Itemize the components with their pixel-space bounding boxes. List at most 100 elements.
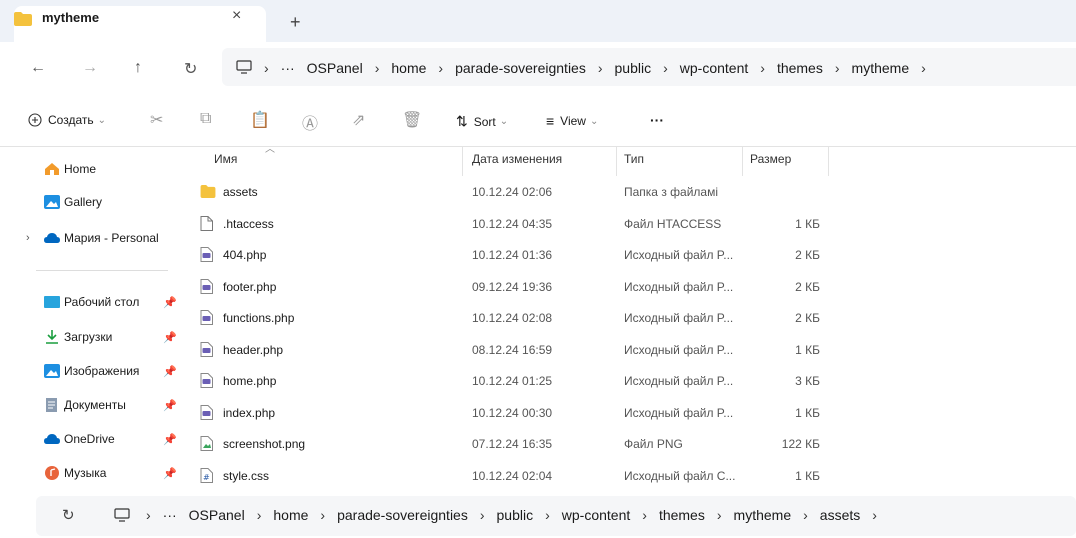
sidebar-item-downloads[interactable]: Загрузки: [44, 330, 112, 344]
breadcrumb-home[interactable]: home: [273, 507, 308, 523]
chevron-right-icon: ›: [642, 507, 647, 523]
file-row[interactable]: 404.php 10.12.24 01:36 Исходный файл P... 2…: [195, 242, 835, 268]
pin-icon[interactable]: 📌: [163, 399, 177, 412]
pin-icon[interactable]: 📌: [163, 296, 177, 309]
chevron-right-icon: ›: [834, 60, 840, 76]
column-separator[interactable]: [616, 146, 617, 176]
up-button[interactable]: ↑: [134, 59, 142, 77]
file-row[interactable]: index.php 10.12.24 00:30 Исходный файл P..…: [195, 400, 835, 426]
sidebar-item-music[interactable]: Музыка: [44, 466, 106, 480]
file-type: Исходный файл P...: [624, 311, 734, 325]
file-size: 2 КБ: [795, 311, 820, 325]
column-header-date[interactable]: Дата изменения: [472, 152, 562, 166]
plus-circle-icon: [28, 113, 42, 127]
file-name: screenshot.png: [223, 437, 306, 451]
pictures-icon: [44, 364, 60, 378]
breadcrumb-ospanel[interactable]: OSPanel: [189, 507, 245, 523]
file-type: Файл HTACCESS: [624, 216, 722, 231]
sidebar-label: Мария - Personal: [64, 231, 159, 245]
sidebar-item-documents[interactable]: Документы: [44, 398, 126, 412]
column-separator[interactable]: [828, 146, 829, 176]
breadcrumb-home[interactable]: home: [391, 60, 426, 76]
file-row[interactable]: home.php 10.12.24 01:25 Исходный файл P...…: [195, 368, 835, 394]
forward-button[interactable]: →: [82, 59, 98, 77]
chevron-right-icon[interactable]: ›: [26, 232, 30, 244]
chevron-right-icon: ›: [320, 507, 326, 523]
refresh-button[interactable]: ↻: [62, 506, 75, 524]
view-button[interactable]: ≡ View ⌄: [546, 113, 598, 129]
chevron-right-icon: ›: [146, 507, 151, 523]
sidebar-divider: [36, 270, 168, 271]
back-button[interactable]: ←: [30, 59, 46, 77]
breadcrumb-wp-content[interactable]: wp-content: [562, 507, 630, 523]
pin-icon[interactable]: 📌: [163, 331, 177, 344]
breadcrumb-themes[interactable]: themes: [659, 507, 705, 523]
file-name: footer.php: [223, 279, 277, 294]
file-row[interactable]: screenshot.png 07.12.24 16:35 Файл PNG 122 …: [195, 431, 835, 457]
breadcrumb-parade-sovereignties[interactable]: parade-sovereignties: [455, 60, 586, 76]
file-size: 1 КБ: [795, 216, 820, 231]
sidebar-item-gallery[interactable]: Gallery: [44, 195, 102, 209]
breadcrumb-ospanel[interactable]: OSPanel: [307, 60, 363, 76]
view-icon: ≡: [546, 113, 555, 129]
file-row[interactable]: assets 10.12.24 02:06 Папка з файламі: [195, 179, 835, 205]
sidebar-item-desktop[interactable]: Рабочий стол: [44, 295, 139, 309]
chevron-right-icon: ›: [374, 60, 380, 76]
delete-icon[interactable]: 🗑: [402, 110, 422, 130]
column-header-name[interactable]: Имя: [214, 152, 237, 166]
file-size: 1 КБ: [795, 468, 820, 483]
sort-button[interactable]: ⇅ Sort ⌄: [456, 113, 508, 130]
breadcrumb-wp-content[interactable]: wp-content: [680, 60, 748, 76]
breadcrumb-more[interactable]: ···: [163, 507, 177, 523]
sidebar-item-home[interactable]: Home: [44, 162, 96, 176]
chevron-right-icon: ›: [760, 60, 765, 76]
file-row[interactable]: # style.css 10.12.24 02:04 Исходный файл С.…: [195, 463, 835, 489]
new-tab-button[interactable]: +: [290, 12, 301, 33]
pin-icon[interactable]: 📌: [163, 365, 177, 378]
gallery-icon: [44, 195, 60, 209]
chevron-down-icon: ⌄: [589, 115, 599, 127]
breadcrumb-public[interactable]: public: [615, 60, 652, 76]
pin-icon[interactable]: 📌: [163, 467, 177, 480]
file-size: 1 КБ: [795, 405, 820, 420]
file-row[interactable]: functions.php 10.12.24 02:08 Исходный файл…: [195, 305, 835, 331]
close-tab-button[interactable]: ×: [232, 7, 241, 25]
breadcrumb-themes[interactable]: themes: [777, 60, 823, 76]
column-separator[interactable]: [742, 146, 743, 176]
breadcrumb-mytheme[interactable]: mytheme: [852, 60, 910, 76]
breadcrumb-assets[interactable]: assets: [820, 507, 860, 523]
cut-icon[interactable]: ✂: [150, 110, 163, 130]
file-name: style.css: [223, 468, 270, 483]
breadcrumb-mytheme[interactable]: mytheme: [734, 507, 792, 523]
sidebar-item-onedrive[interactable]: OneDrive: [44, 432, 115, 446]
create-button[interactable]: Создать ⌄: [28, 113, 106, 127]
file-type: Папка з файламі: [624, 185, 718, 199]
file-row[interactable]: footer.php 09.12.24 19:36 Исходный файл P.…: [195, 274, 835, 300]
file-date: 10.12.24 02:08: [472, 311, 553, 325]
breadcrumb-public[interactable]: public: [497, 507, 534, 523]
column-header-type[interactable]: Тип: [624, 152, 644, 166]
share-icon[interactable]: ⇗: [352, 110, 365, 130]
chevron-right-icon: ›: [716, 507, 722, 523]
breadcrumb-more[interactable]: ···: [281, 60, 295, 76]
sidebar-item-personal[interactable]: Мария - Personal: [44, 231, 159, 245]
paste-icon[interactable]: 📋: [250, 110, 270, 130]
chevron-down-icon: ⌄: [97, 114, 106, 126]
column-separator[interactable]: [462, 146, 463, 176]
copy-icon[interactable]: ⧉: [200, 110, 211, 128]
create-label: Создать: [48, 113, 94, 127]
file-date: 07.12.24 16:35: [472, 437, 553, 451]
sidebar-label: Home: [64, 162, 97, 176]
rename-icon[interactable]: Ⓐ: [302, 110, 318, 134]
cloud-icon: [44, 233, 60, 243]
file-row[interactable]: .htaccess 10.12.24 04:35 Файл HTACCESS 1 КБ: [195, 211, 835, 237]
breadcrumb-parade-sovereignties[interactable]: parade-sovereignties: [337, 507, 468, 523]
more-options-button[interactable]: ···: [650, 112, 664, 128]
file-date: 10.12.24 02:06: [472, 185, 553, 199]
pin-icon[interactable]: 📌: [163, 433, 177, 446]
refresh-button[interactable]: ↻: [184, 59, 197, 79]
sidebar-item-pictures[interactable]: Изображения: [44, 364, 139, 378]
column-header-size[interactable]: Размер: [750, 152, 791, 166]
chevron-right-icon: ›: [872, 507, 877, 523]
file-row[interactable]: header.php 08.12.24 16:59 Исходный файл P.…: [195, 337, 835, 363]
